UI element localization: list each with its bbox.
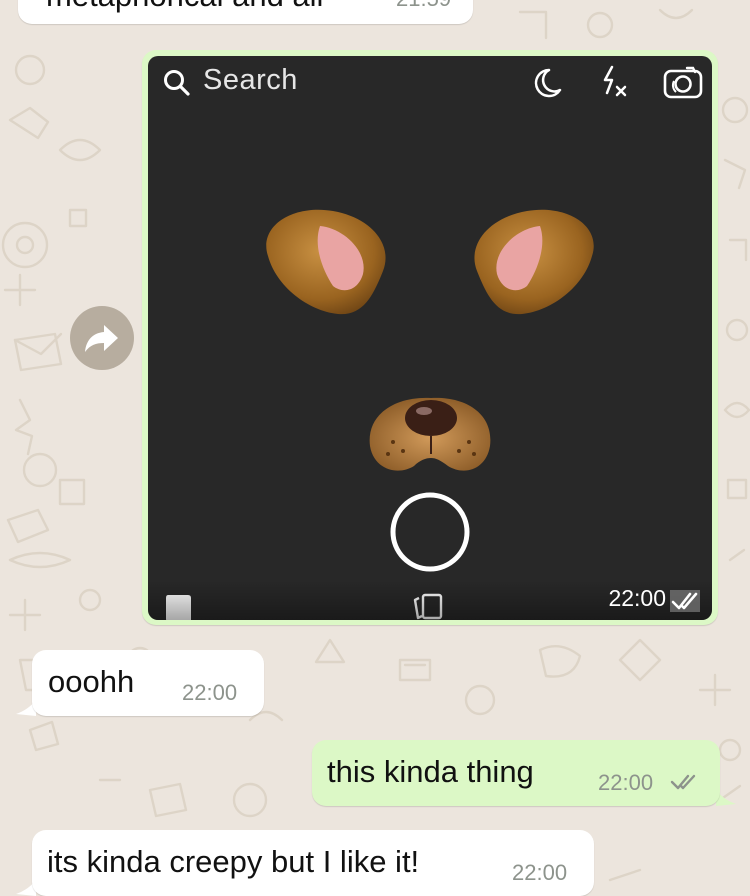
left-dog-ear	[266, 209, 386, 315]
prev-message-time: 21:59	[396, 0, 451, 12]
image-message-time: 22:00	[608, 585, 666, 611]
right-dog-ear	[474, 209, 594, 315]
message-text: its kinda creepy but I like it!	[47, 844, 420, 879]
read-ticks-icon	[670, 774, 696, 790]
flip-camera-icon	[663, 66, 703, 99]
forward-button[interactable]	[70, 306, 134, 370]
flash-off-icon	[603, 65, 627, 97]
read-ticks-icon	[670, 590, 700, 612]
snap-search-label: Search	[203, 64, 298, 96]
message-time: 22:00	[598, 770, 654, 795]
dog-nose	[369, 397, 491, 471]
prev-message-text: metaphorical and all	[46, 0, 323, 14]
night-mode-icon	[534, 68, 562, 98]
message-bubble-creepy[interactable]: its kinda creepy but I like it! 22:00	[32, 830, 594, 896]
message-text: ooohh	[48, 664, 135, 699]
snapchat-screenshot[interactable]: Search 22:00	[148, 56, 712, 620]
dog-lens-overlay	[266, 209, 594, 471]
message-bubble-ooohh[interactable]: ooohh 22:00	[32, 650, 264, 716]
image-message-bubble[interactable]: Search 22:00	[142, 50, 718, 625]
capture-button[interactable]	[388, 490, 472, 574]
message-time: 22:00	[182, 680, 238, 705]
prev-message-bubble[interactable]: metaphorical and all 21:59	[18, 0, 473, 24]
message-bubble-this-kinda-thing[interactable]: this kinda thing 22:00	[312, 740, 720, 806]
message-time: 22:00	[512, 860, 568, 885]
message-text: this kinda thing	[327, 754, 534, 789]
forward-arrow-icon	[85, 325, 118, 352]
search-icon	[164, 70, 190, 96]
